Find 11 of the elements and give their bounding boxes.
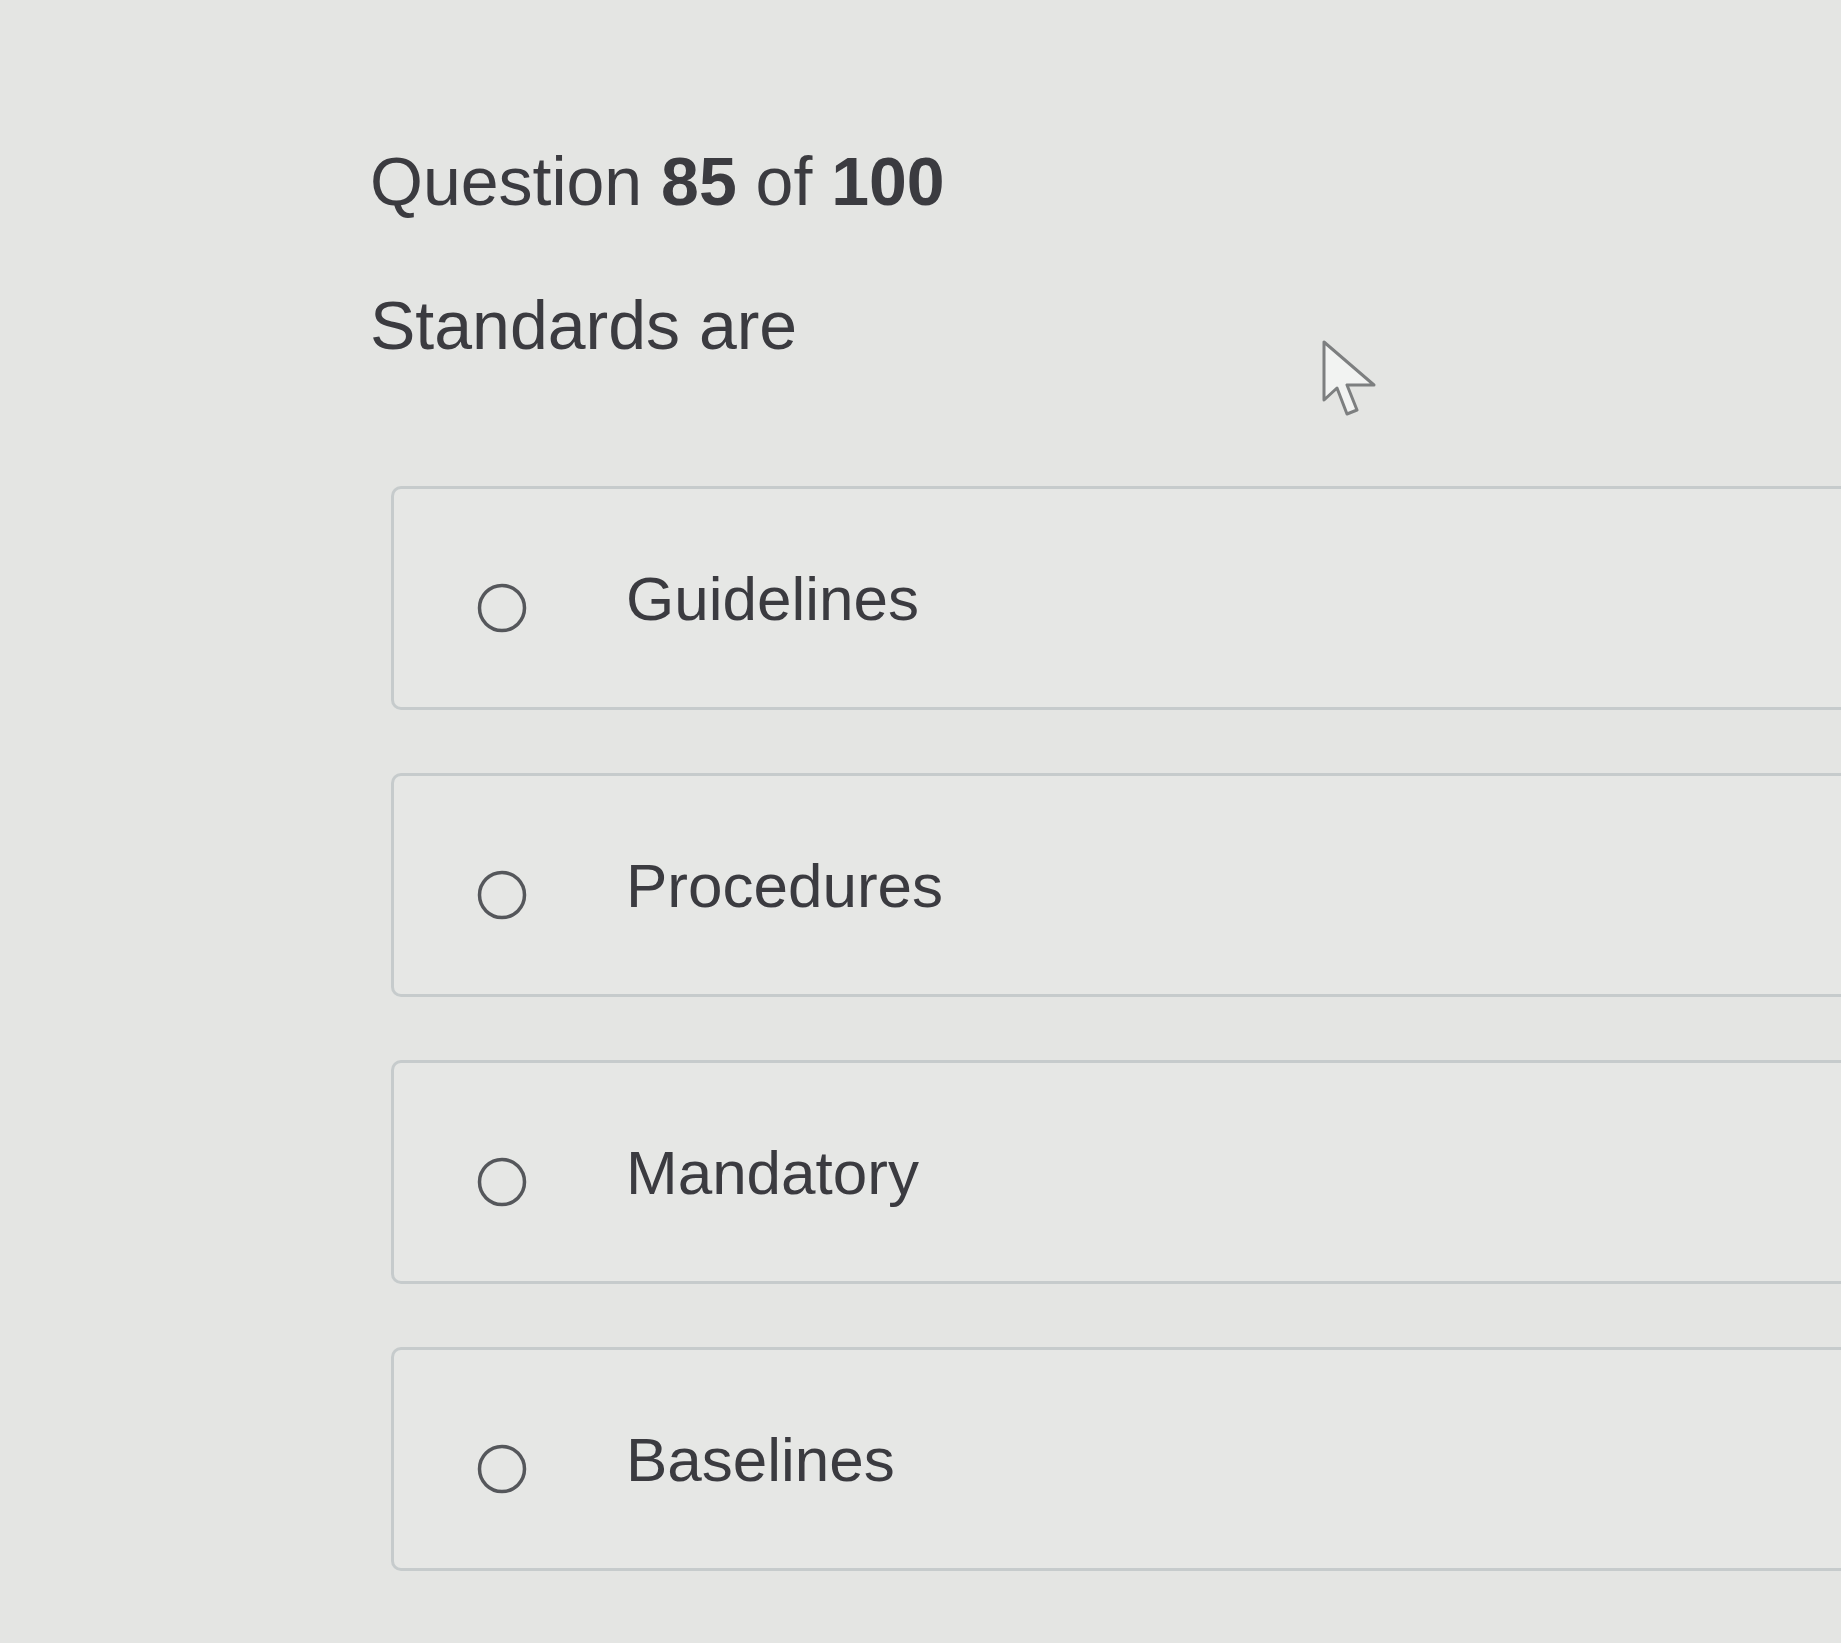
pointer-icon xyxy=(1322,340,1376,418)
radio-button[interactable] xyxy=(477,870,527,921)
radio-button[interactable] xyxy=(477,583,527,634)
answer-option[interactable]: Mandatory xyxy=(391,1060,1841,1285)
answer-option[interactable]: Guidelines xyxy=(391,486,1841,711)
question-counter: Question 85 of 100 xyxy=(370,142,945,221)
answer-option[interactable]: Baselines xyxy=(391,1347,1841,1572)
radio-button[interactable] xyxy=(477,1157,527,1208)
question-text: Standards are xyxy=(370,285,798,365)
radio-button[interactable] xyxy=(477,1444,527,1495)
answer-option[interactable]: Procedures xyxy=(391,773,1841,998)
